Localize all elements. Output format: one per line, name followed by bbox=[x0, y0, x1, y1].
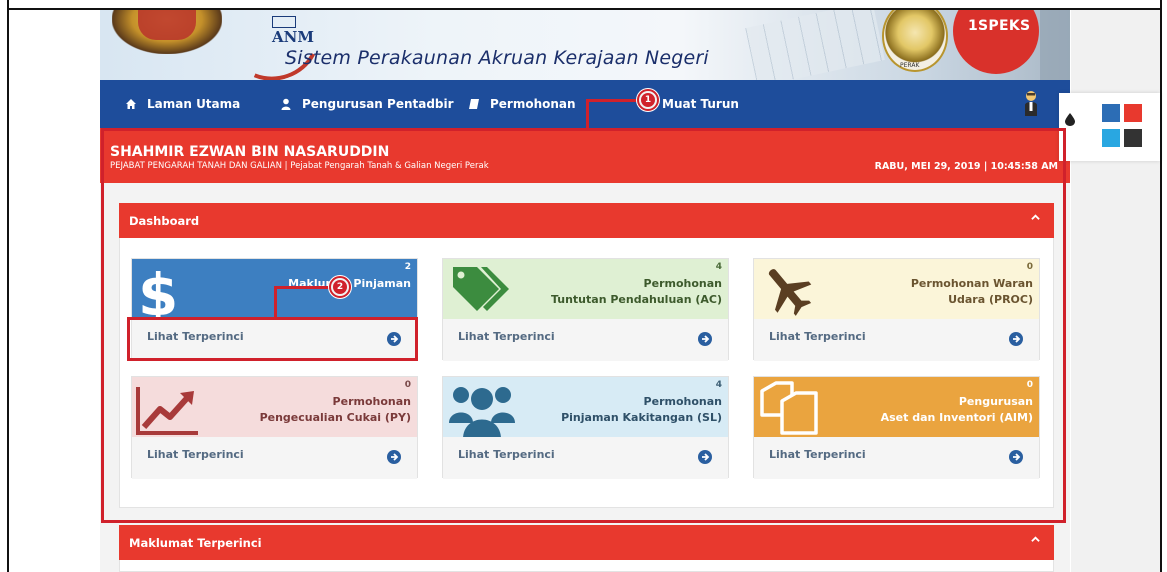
annotation-leader-1 bbox=[586, 99, 589, 129]
window-border-right bbox=[1160, 0, 1162, 572]
theme-swatch-blue[interactable] bbox=[1102, 104, 1120, 122]
nav-label: Muat Turun bbox=[662, 97, 739, 111]
nav-label: Permohonan bbox=[490, 97, 576, 111]
theme-swatch-dark[interactable] bbox=[1124, 129, 1142, 147]
nav-item-permohonan[interactable]: Permohonan bbox=[468, 80, 576, 128]
left-gutter bbox=[9, 10, 99, 572]
book-icon bbox=[469, 99, 479, 109]
home-icon bbox=[126, 99, 136, 109]
nav-item-pengurusan-pentadbir[interactable]: Pengurusan Pentadbir bbox=[280, 80, 454, 128]
site-banner: ANM Sistem Perakaunan Akruan Kerajaan Ne… bbox=[100, 10, 1070, 80]
nav-label: Laman Utama bbox=[147, 97, 241, 111]
annotation-marker-1: 1 bbox=[637, 89, 659, 111]
details-panel-title: Maklumat Terperinci bbox=[129, 536, 262, 550]
anm-logo-box bbox=[272, 16, 296, 28]
crest-shield bbox=[138, 10, 196, 40]
annotation-leader-2-h bbox=[274, 286, 330, 289]
annotation-leader-1-h bbox=[586, 99, 638, 102]
tint-icon[interactable] bbox=[1065, 113, 1075, 126]
theme-swatch-red[interactable] bbox=[1124, 104, 1142, 122]
annotation-marker-2: 2 bbox=[329, 276, 351, 298]
theme-swatch-lightblue[interactable] bbox=[1102, 129, 1120, 147]
speks-logo-text: 1SPEKS bbox=[968, 18, 1031, 34]
user-icon bbox=[281, 98, 291, 110]
banner-decoration bbox=[745, 10, 885, 80]
user-avatar-icon[interactable] bbox=[1024, 90, 1038, 116]
theme-switcher bbox=[1059, 93, 1160, 161]
annotation-number: 1 bbox=[641, 93, 655, 107]
nav-item-laman-utama[interactable]: Laman Utama bbox=[125, 80, 240, 128]
annotation-number: 2 bbox=[333, 280, 347, 294]
details-panel-header[interactable]: Maklumat Terperinci bbox=[119, 525, 1054, 560]
system-title: Sistem Perakaunan Akruan Kerajaan Negeri bbox=[285, 47, 709, 69]
annotation-box-2 bbox=[127, 317, 418, 361]
main-navbar: Laman Utama Pengurusan Pentadbir Permoho… bbox=[100, 80, 1070, 128]
banner-edge bbox=[1040, 10, 1070, 80]
anm-logo-text: ANM bbox=[272, 28, 314, 46]
perak-seal-label: PERAK bbox=[900, 62, 920, 69]
chevron-up-icon[interactable] bbox=[1031, 535, 1040, 544]
annotation-leader-2 bbox=[274, 286, 277, 318]
nav-label: Pengurusan Pentadbir bbox=[302, 97, 454, 111]
details-panel-body bbox=[119, 560, 1054, 572]
